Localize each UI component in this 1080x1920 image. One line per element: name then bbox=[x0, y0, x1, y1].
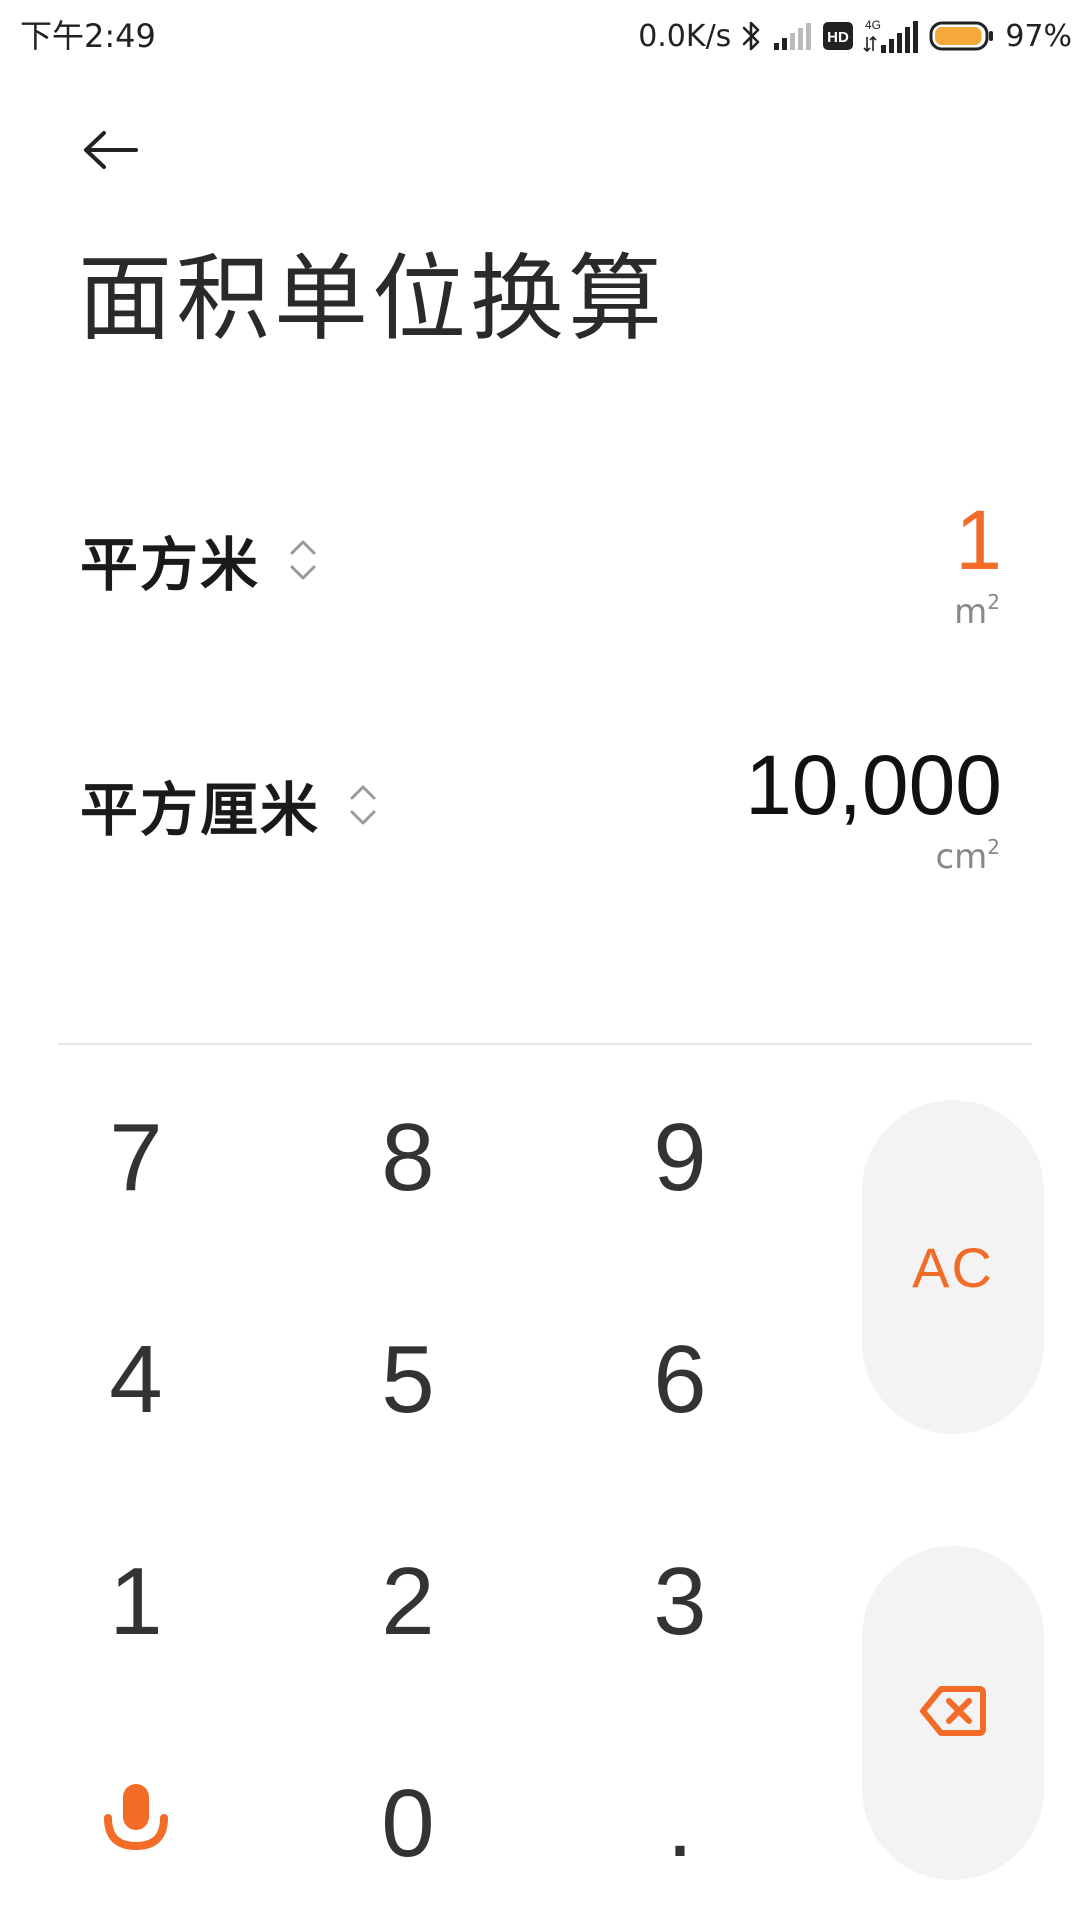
backspace-icon bbox=[919, 1685, 987, 1741]
source-symbol-base: m bbox=[954, 592, 988, 632]
key-9[interactable]: 9 bbox=[570, 1078, 790, 1238]
unit-row-source: 平方米 1 m2 bbox=[0, 490, 1080, 640]
chevron-up-down-icon bbox=[288, 537, 318, 583]
4g-signal-icon: 4G bbox=[863, 18, 919, 54]
key-decimal[interactable]: . bbox=[570, 1744, 790, 1904]
back-button[interactable] bbox=[72, 120, 148, 184]
status-icons: 0.0K/s HD 4G 97% bbox=[638, 14, 1072, 58]
key-6[interactable]: 6 bbox=[570, 1300, 790, 1460]
target-symbol-exponent: 2 bbox=[987, 835, 1000, 859]
signal-icon bbox=[773, 21, 813, 51]
target-unit-symbol: cm2 bbox=[935, 835, 1000, 877]
network-speed: 0.0K/s bbox=[638, 18, 732, 54]
status-time: 下午2:49 bbox=[20, 17, 156, 55]
key-7[interactable]: 7 bbox=[26, 1078, 246, 1238]
target-unit-selector[interactable]: 平方厘米 bbox=[80, 765, 378, 845]
key-4[interactable]: 4 bbox=[26, 1300, 246, 1460]
target-symbol-base: cm bbox=[935, 837, 988, 877]
key-8[interactable]: 8 bbox=[298, 1078, 518, 1238]
page-title: 面积单位换算 bbox=[78, 245, 667, 354]
bluetooth-icon bbox=[741, 19, 763, 53]
key-3[interactable]: 3 bbox=[570, 1522, 790, 1682]
network-type-label: 4G bbox=[865, 18, 881, 32]
arrow-left-icon bbox=[80, 130, 140, 174]
keypad-divider bbox=[58, 1043, 1032, 1045]
chevron-up-down-icon bbox=[348, 782, 378, 828]
microphone-icon bbox=[103, 1769, 169, 1879]
key-5[interactable]: 5 bbox=[298, 1300, 518, 1460]
source-unit-selector[interactable]: 平方米 bbox=[80, 520, 318, 600]
source-unit-symbol: m2 bbox=[954, 590, 1000, 632]
target-value[interactable]: 10,000 bbox=[745, 735, 1002, 835]
battery-icon bbox=[929, 21, 995, 51]
hd-label: HD bbox=[827, 29, 849, 46]
key-1[interactable]: 1 bbox=[26, 1522, 246, 1682]
source-symbol-exponent: 2 bbox=[987, 590, 1000, 614]
target-unit-name: 平方厘米 bbox=[80, 776, 321, 844]
hd-icon: HD bbox=[823, 22, 854, 50]
source-value[interactable]: 1 bbox=[955, 490, 1002, 590]
status-bar: 下午2:49 0.0K/s HD 4G 97% bbox=[0, 0, 1080, 72]
key-2[interactable]: 2 bbox=[298, 1522, 518, 1682]
source-unit-name: 平方米 bbox=[80, 531, 261, 599]
backspace-button[interactable] bbox=[862, 1546, 1044, 1880]
key-0[interactable]: 0 bbox=[298, 1744, 518, 1904]
battery-percent: 97% bbox=[1005, 18, 1072, 54]
voice-input-button[interactable] bbox=[26, 1744, 246, 1904]
clear-button[interactable]: AC bbox=[862, 1100, 1044, 1434]
unit-row-target: 平方厘米 10,000 cm2 bbox=[0, 735, 1080, 885]
